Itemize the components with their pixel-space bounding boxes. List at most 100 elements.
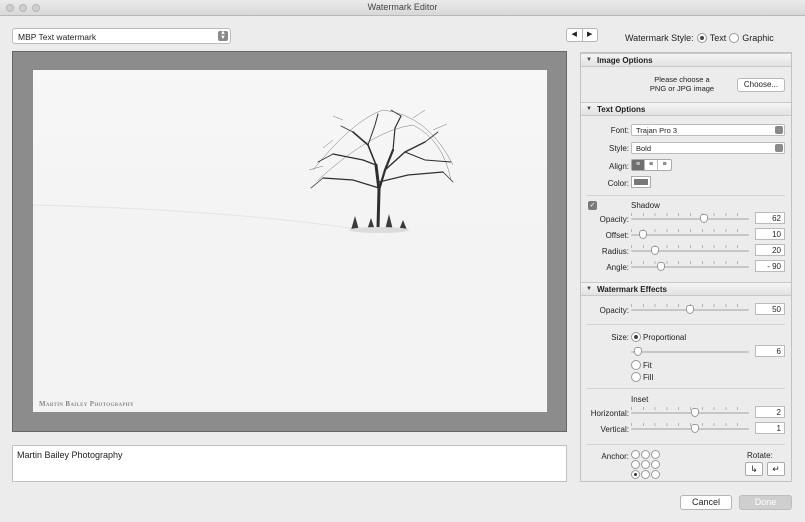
slider-knob[interactable] bbox=[634, 347, 643, 356]
shadow-radius-value[interactable]: 20 bbox=[755, 244, 785, 256]
disclosure-triangle-icon: ▼ bbox=[586, 57, 592, 63]
shadow-angle-value[interactable]: - 90 bbox=[755, 260, 785, 272]
font-value: Trajan Pro 3 bbox=[636, 126, 677, 135]
slider-knob[interactable] bbox=[690, 424, 699, 433]
style-text-label[interactable]: Text bbox=[710, 33, 727, 43]
color-label: Color: bbox=[607, 179, 629, 188]
preset-dropdown[interactable]: MBP Text watermark ▲ ▼ bbox=[12, 28, 231, 44]
horizontal-inset-slider[interactable] bbox=[631, 407, 749, 417]
size-label: Size: bbox=[611, 333, 629, 342]
image-nav: ◀ ▶ bbox=[566, 28, 598, 42]
shadow-radius-slider[interactable] bbox=[631, 245, 749, 255]
text-color-swatch[interactable] bbox=[631, 176, 651, 188]
preview-area: Martin Bailey Photography bbox=[12, 51, 567, 432]
size-proportional-label[interactable]: Proportional bbox=[643, 333, 686, 342]
shadow-label: Shadow bbox=[631, 201, 660, 210]
image-prompt-line2: PNG or JPG image bbox=[649, 84, 715, 93]
shadow-opacity-label: Opacity: bbox=[599, 215, 629, 224]
inset-label: Inset bbox=[631, 395, 649, 404]
shadow-opacity-value[interactable]: 62 bbox=[755, 212, 785, 224]
text-options-header[interactable]: ▼ Text Options bbox=[581, 102, 791, 116]
rotate-label: Rotate: bbox=[747, 451, 773, 460]
cancel-button[interactable]: Cancel bbox=[680, 495, 732, 510]
divider bbox=[587, 324, 785, 325]
options-panel: ▼ Image Options Please choose a PNG or J… bbox=[580, 52, 792, 482]
style-graphic-label[interactable]: Graphic bbox=[742, 33, 774, 43]
shadow-angle-label: Angle: bbox=[606, 263, 629, 272]
effects-opacity-value[interactable]: 50 bbox=[755, 303, 785, 315]
rotate-right-icon[interactable]: ↳ bbox=[745, 462, 763, 476]
size-fill-radio[interactable] bbox=[631, 372, 641, 382]
style-graphic-radio[interactable] bbox=[729, 33, 740, 43]
slider-knob[interactable] bbox=[650, 246, 659, 255]
anchor-center[interactable] bbox=[641, 460, 650, 469]
text-options-title: Text Options bbox=[597, 105, 646, 114]
anchor-bottom-left[interactable] bbox=[631, 470, 640, 479]
shadow-offset-label: Offset: bbox=[605, 231, 629, 240]
font-dropdown[interactable]: Trajan Pro 3 bbox=[631, 124, 785, 136]
align-right-icon[interactable]: ≡ bbox=[658, 160, 671, 170]
size-slider[interactable] bbox=[631, 346, 749, 356]
style-text-radio[interactable] bbox=[696, 33, 707, 43]
slider-knob[interactable] bbox=[690, 408, 699, 417]
chevron-updown-icon bbox=[775, 126, 783, 134]
watermark-effects-header[interactable]: ▼ Watermark Effects bbox=[581, 282, 791, 296]
image-prompt: Please choose a PNG or JPG image bbox=[627, 75, 737, 93]
effects-opacity-slider[interactable] bbox=[631, 304, 749, 314]
watermark-effects-title: Watermark Effects bbox=[597, 285, 667, 294]
anchor-bottom-right[interactable] bbox=[651, 470, 660, 479]
vertical-label: Vertical: bbox=[600, 425, 629, 434]
image-options-title: Image Options bbox=[597, 56, 653, 65]
anchor-middle-right[interactable] bbox=[651, 460, 660, 469]
watermark-style: Watermark Style: Text Graphic bbox=[625, 33, 774, 43]
divider bbox=[587, 195, 785, 196]
size-fill-label[interactable]: Fill bbox=[643, 373, 653, 382]
anchor-top-center[interactable] bbox=[641, 450, 650, 459]
anchor-grid bbox=[631, 450, 660, 479]
previous-image-button[interactable]: ◀ bbox=[567, 29, 583, 41]
anchor-top-left[interactable] bbox=[631, 450, 640, 459]
align-left-icon[interactable]: ≡ bbox=[632, 160, 645, 170]
choose-image-button[interactable]: Choose... bbox=[737, 78, 785, 92]
size-value[interactable]: 6 bbox=[755, 345, 785, 357]
next-image-button[interactable]: ▶ bbox=[583, 29, 598, 41]
anchor-middle-left[interactable] bbox=[631, 460, 640, 469]
vertical-inset-value[interactable]: 1 bbox=[755, 422, 785, 434]
disclosure-triangle-icon: ▼ bbox=[586, 286, 592, 292]
shadow-opacity-slider[interactable] bbox=[631, 213, 749, 223]
rotate-left-icon[interactable]: ↵ bbox=[767, 462, 785, 476]
font-label: Font: bbox=[610, 126, 629, 135]
anchor-bottom-center[interactable] bbox=[641, 470, 650, 479]
watermark-text-input[interactable]: Martin Bailey Photography bbox=[12, 445, 567, 482]
slider-knob[interactable] bbox=[686, 305, 694, 314]
shadow-offset-slider[interactable] bbox=[631, 229, 749, 239]
horizontal-inset-value[interactable]: 2 bbox=[755, 406, 785, 418]
image-options-header[interactable]: ▼ Image Options bbox=[581, 53, 791, 67]
shadow-offset-value[interactable]: 10 bbox=[755, 228, 785, 240]
done-button[interactable]: Done bbox=[739, 495, 792, 510]
size-proportional-radio[interactable] bbox=[631, 332, 641, 342]
divider bbox=[587, 444, 785, 445]
title-bar: Watermark Editor bbox=[0, 0, 805, 16]
size-fit-radio[interactable] bbox=[631, 360, 641, 370]
shadow-checkbox[interactable]: ✓ bbox=[588, 201, 597, 210]
slider-knob[interactable] bbox=[638, 230, 647, 239]
watermark-style-label: Watermark Style: bbox=[625, 33, 694, 43]
chevron-updown-icon bbox=[775, 144, 783, 152]
style-label: Style: bbox=[608, 144, 629, 153]
slider-knob[interactable] bbox=[656, 262, 665, 271]
color-fill bbox=[634, 179, 648, 185]
slider-knob[interactable] bbox=[700, 214, 709, 223]
anchor-top-right[interactable] bbox=[651, 450, 660, 459]
align-center-icon[interactable]: ≡ bbox=[645, 160, 658, 170]
divider bbox=[587, 388, 785, 389]
image-prompt-line1: Please choose a bbox=[654, 75, 710, 84]
chevron-updown-icon: ▲ ▼ bbox=[218, 30, 228, 41]
anchor-label: Anchor: bbox=[601, 452, 629, 461]
size-fit-label[interactable]: Fit bbox=[643, 361, 652, 370]
style-dropdown[interactable]: Bold bbox=[631, 142, 785, 154]
window-title: Watermark Editor bbox=[367, 2, 438, 12]
vertical-inset-slider[interactable] bbox=[631, 423, 749, 433]
effects-opacity-label: Opacity: bbox=[599, 306, 629, 315]
shadow-angle-slider[interactable] bbox=[631, 261, 749, 271]
